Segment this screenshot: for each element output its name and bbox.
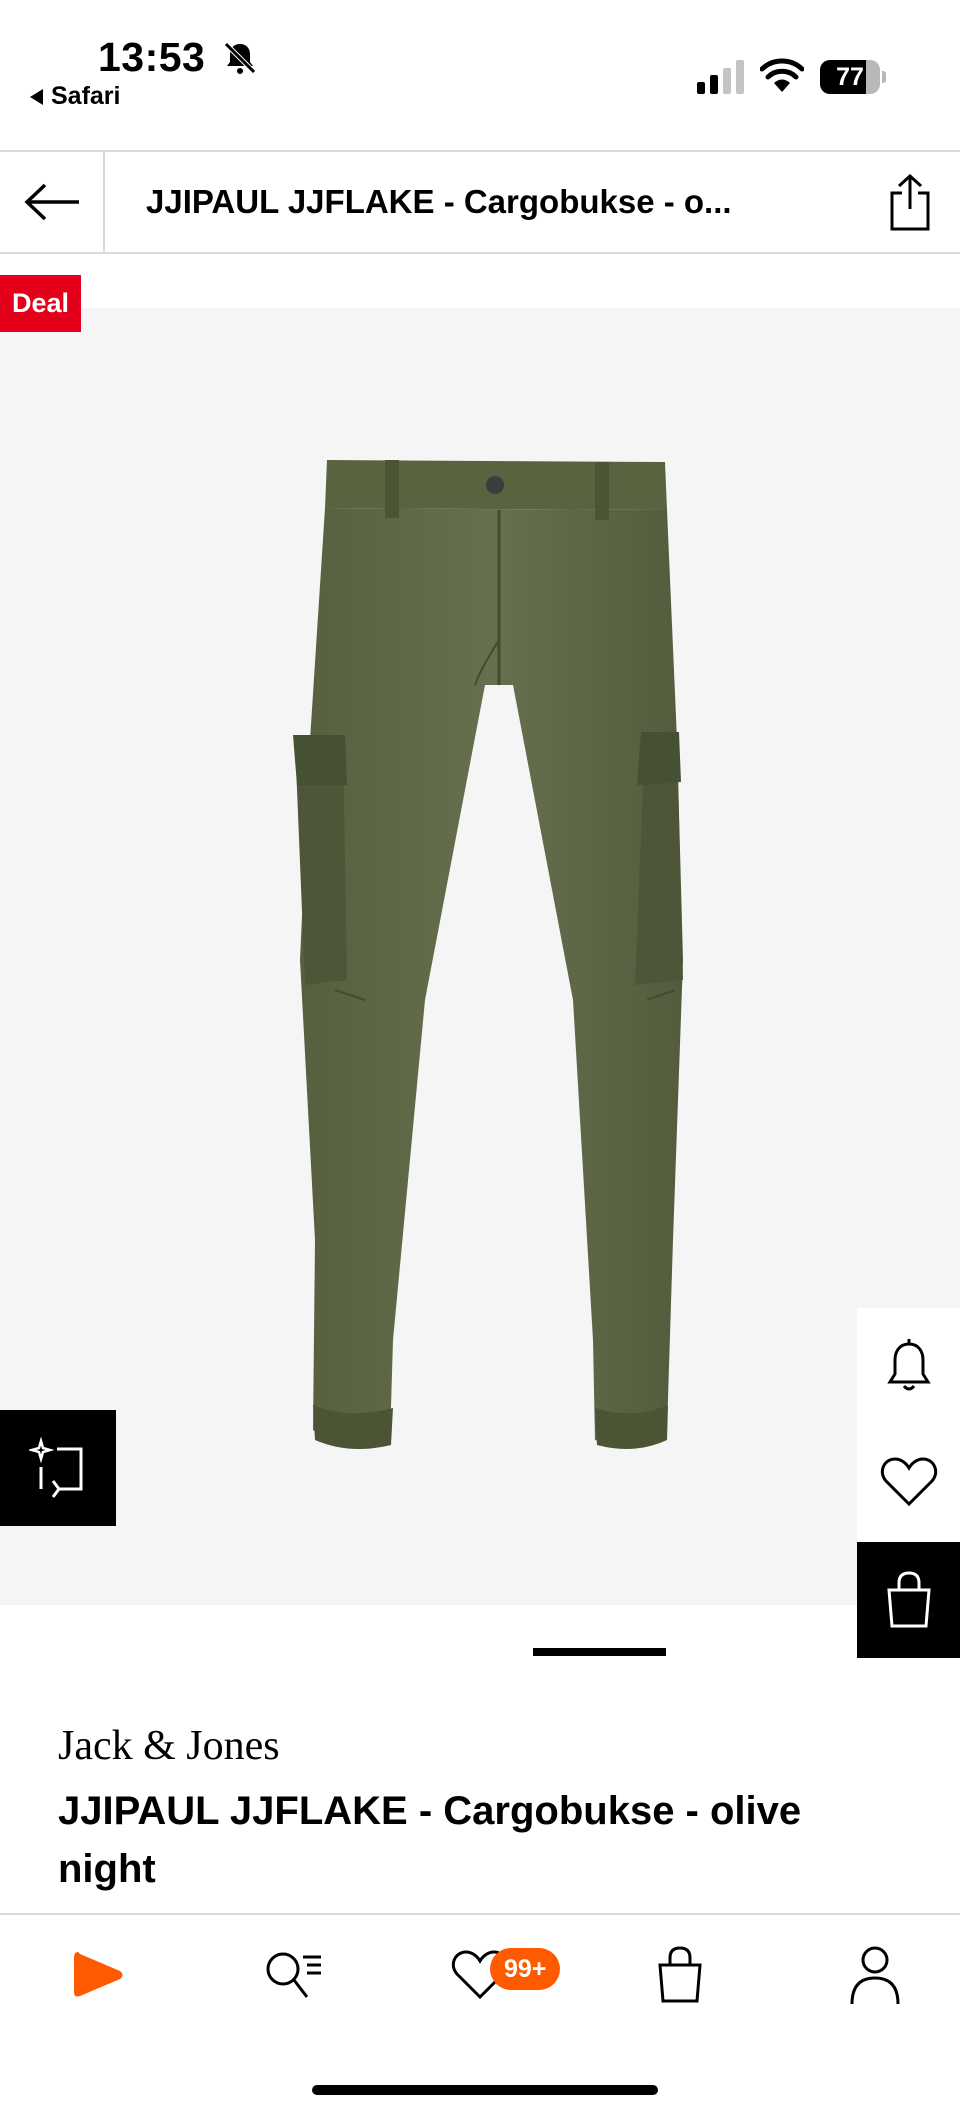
battery-icon: 77 [820, 60, 886, 94]
product-name: JJIPAUL JJFLAKE - Cargobukse - olive nig… [58, 1789, 802, 1891]
back-button[interactable] [0, 152, 105, 252]
product-header: JJIPAUL JJFLAKE - Cargobukse - o... [0, 150, 960, 254]
bell-icon [886, 1339, 931, 1391]
header-title: JJIPAUL JJFLAKE - Cargobukse - o... [146, 183, 732, 220]
arrow-left-icon [23, 183, 79, 221]
sparkle-compare-icon [29, 1437, 83, 1498]
add-to-bag-button[interactable] [857, 1542, 960, 1658]
status-time: 13:53 [98, 34, 206, 80]
product-brand[interactable]: Jack & Jones [58, 1722, 280, 1770]
signal-icon [697, 60, 744, 94]
tab-home[interactable] [40, 1915, 155, 2035]
back-app-label: Safari [51, 82, 121, 110]
search-list-icon [266, 1952, 321, 1998]
shopping-bag-icon [658, 1946, 702, 2003]
notify-button[interactable] [857, 1308, 960, 1424]
wishlist-count-badge: 99+ [490, 1948, 561, 1990]
tab-account[interactable] [820, 1915, 930, 2035]
home-indicator[interactable] [312, 2085, 658, 2095]
wifi-icon [760, 58, 804, 92]
shopping-bag-icon [886, 1571, 931, 1628]
compare-button[interactable] [0, 1410, 116, 1526]
share-button[interactable] [870, 170, 950, 236]
deal-badge: Deal [0, 275, 81, 332]
share-icon [890, 173, 930, 231]
heart-icon [880, 1457, 937, 1507]
bottom-tab-bar: 99+ [0, 1913, 960, 2045]
tab-bag[interactable] [625, 1915, 735, 2035]
bell-off-icon [224, 42, 256, 74]
product-actions [857, 1308, 960, 1658]
wishlist-button[interactable] [857, 1424, 960, 1540]
tab-search[interactable] [235, 1915, 350, 2035]
user-icon [850, 1946, 900, 2005]
product-image-cargo-pants [293, 460, 683, 1449]
play-logo-icon [73, 1952, 122, 1997]
back-triangle-icon [30, 88, 43, 105]
battery-level: 77 [836, 63, 864, 91]
gallery-pager-indicator[interactable] [533, 1648, 666, 1656]
back-to-app-link[interactable]: Safari [30, 82, 120, 111]
